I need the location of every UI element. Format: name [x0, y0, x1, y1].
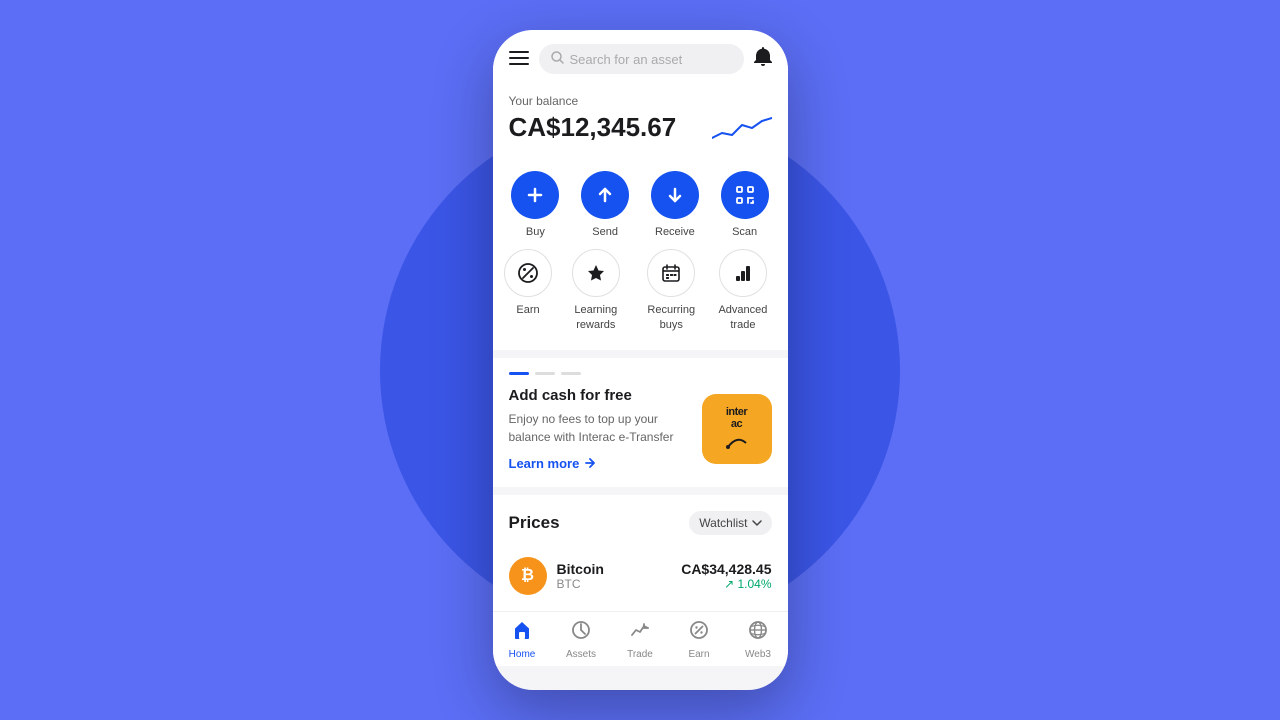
earn-icon-circle [504, 249, 552, 297]
assets-icon [571, 620, 591, 646]
send-label: Send [592, 225, 618, 239]
earn-label: Earn [516, 303, 539, 317]
banner-section: ✕ Add cash for free Enjoy no fees to top… [493, 358, 788, 487]
nav-earn[interactable]: Earn [674, 620, 724, 660]
advanced-trade-label: Advanced trade [706, 303, 779, 332]
search-bar[interactable]: Search for an asset [539, 44, 744, 74]
phone-frame: Search for an asset Your balance CA$12,3… [493, 30, 788, 690]
bitcoin-icon: ₿ [509, 557, 547, 595]
action-earn[interactable]: Earn [501, 249, 556, 332]
balance-section: Your balance CA$12,345.67 [493, 84, 788, 159]
action-recurring-buys[interactable]: Recurring buys [636, 249, 706, 332]
bottom-nav: Home Assets [493, 611, 788, 666]
interac-logo: interac [702, 394, 772, 464]
earn-nav-icon [689, 620, 709, 646]
receive-icon-circle [651, 171, 699, 219]
bitcoin-change: ↗ 1.04% [681, 577, 771, 591]
menu-icon[interactable] [509, 49, 529, 70]
actions-row-1: Buy Send [501, 171, 780, 239]
nav-web3[interactable]: Web3 [733, 620, 783, 660]
banner-text: Add cash for free Enjoy no fees to top u… [509, 387, 702, 471]
learning-rewards-label: Learning rewards [556, 303, 637, 332]
trade-icon [630, 620, 650, 646]
scan-label: Scan [732, 225, 757, 239]
nav-home-label: Home [509, 649, 536, 660]
header: Search for an asset [493, 30, 788, 84]
banner-title: Add cash for free [509, 387, 690, 404]
banner-content: Add cash for free Enjoy no fees to top u… [509, 387, 772, 471]
bitcoin-price: CA$34,428.45 [681, 561, 771, 577]
notification-bell-icon[interactable] [754, 47, 772, 72]
nav-assets[interactable]: Assets [556, 620, 606, 660]
prices-section: Prices Watchlist ₿ Bitcoin BTC CA$34,428… [493, 495, 788, 611]
dot-2 [535, 372, 555, 375]
bitcoin-price-col: CA$34,428.45 ↗ 1.04% [681, 561, 771, 591]
receive-label: Receive [655, 225, 695, 239]
action-learning-rewards[interactable]: Learning rewards [556, 249, 637, 332]
nav-web3-label: Web3 [745, 649, 771, 660]
prices-header: Prices Watchlist [509, 511, 772, 535]
nav-earn-label: Earn [688, 649, 709, 660]
buy-label: Buy [526, 225, 545, 239]
bitcoin-row[interactable]: ₿ Bitcoin BTC CA$34,428.45 ↗ 1.04% [509, 549, 772, 603]
action-buy[interactable]: Buy [508, 171, 563, 239]
prices-title: Prices [509, 513, 560, 533]
recurring-buys-label: Recurring buys [636, 303, 706, 332]
actions-row-2: Earn Learning rewards [501, 249, 780, 332]
web3-icon [748, 620, 768, 646]
watchlist-button[interactable]: Watchlist [689, 511, 771, 535]
learning-rewards-icon-circle [572, 249, 620, 297]
bitcoin-ticker: BTC [557, 577, 672, 591]
search-placeholder: Search for an asset [570, 52, 683, 67]
advanced-trade-icon-circle [719, 249, 767, 297]
scan-icon-circle [721, 171, 769, 219]
action-scan[interactable]: Scan [717, 171, 772, 239]
action-send[interactable]: Send [578, 171, 633, 239]
bitcoin-name: Bitcoin [557, 561, 672, 577]
banner-learn-more-link[interactable]: Learn more [509, 456, 690, 471]
balance-label: Your balance [509, 94, 772, 108]
nav-home[interactable]: Home [497, 620, 547, 660]
nav-trade[interactable]: Trade [615, 620, 665, 660]
banner-description: Enjoy no fees to top up your balance wit… [509, 410, 690, 446]
action-receive[interactable]: Receive [647, 171, 702, 239]
action-advanced-trade[interactable]: Advanced trade [706, 249, 779, 332]
sparkline-chart [712, 113, 772, 143]
bitcoin-info: Bitcoin BTC [557, 561, 672, 591]
banner-dots [509, 372, 772, 375]
nav-trade-label: Trade [627, 649, 653, 660]
dot-3 [561, 372, 581, 375]
nav-assets-label: Assets [566, 649, 596, 660]
recurring-buys-icon-circle [647, 249, 695, 297]
balance-amount: CA$12,345.67 [509, 112, 677, 143]
dot-1 [509, 372, 529, 375]
home-icon [512, 620, 532, 646]
send-icon-circle [581, 171, 629, 219]
actions-section: Buy Send [493, 159, 788, 350]
search-icon [551, 51, 564, 67]
buy-icon-circle [511, 171, 559, 219]
